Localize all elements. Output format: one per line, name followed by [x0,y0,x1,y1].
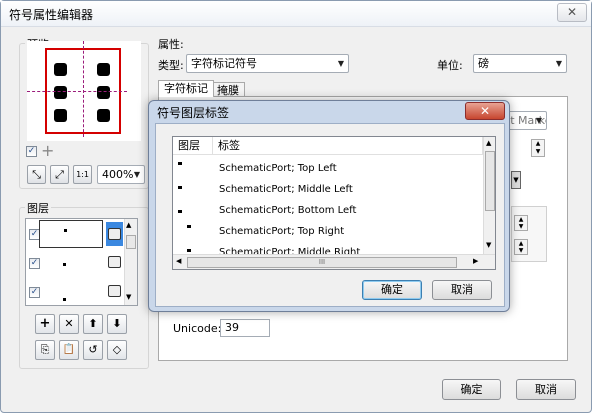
dialog-close-button[interactable]: ✕ [465,102,505,120]
unicode-input[interactable]: 39 [220,319,270,337]
offset-y-spinner[interactable]: ▲ ▼ [514,239,528,255]
window-close-button[interactable]: ✕ [557,3,587,22]
zoom-extent-button[interactable]: ⤢ [50,165,69,184]
row-label: SchematicPort; Top Left [219,163,337,174]
type-select[interactable]: 字符标记符号 ▼ [186,54,349,73]
layer-list[interactable]: ✓ ✓ ✓ ▲ ▼ [25,218,138,306]
table-vertical-scrollbar[interactable]: ▲ ▼ [483,137,495,254]
row-marker [187,225,191,228]
layer-marker [64,229,67,232]
add-layer-button[interactable]: + [35,314,55,334]
type-label: 类型: [158,59,184,72]
chevron-down-icon: ▼ [337,59,344,68]
dialog-body: 图层 标签 SchematicPort; Top Left SchematicP… [155,123,505,307]
tab-character-marker[interactable]: 字符标记 [158,80,214,97]
offset-x-spinner[interactable]: ▲ ▼ [514,215,528,231]
layer-marker [63,298,66,301]
copy-layer-button[interactable]: ⎘ [35,340,55,360]
chevron-down-icon: ▼ [133,170,140,179]
color-dropdown[interactable]: ▼ [511,171,521,189]
port-marker [54,63,67,76]
list-item[interactable]: ✓ [26,278,124,306]
port-marker [97,63,110,76]
layer-list-scrollbar[interactable]: ▲ ▼ [124,219,137,305]
move-layer-down-button[interactable]: ⬇ [107,314,127,334]
scroll-thumb[interactable] [126,235,136,249]
scroll-left-icon[interactable]: ◀ [176,257,181,265]
unit-value: 磅 [478,57,489,70]
port-marker [97,109,110,122]
horizontal-scroll-thumb[interactable]: III [187,257,457,268]
list-item[interactable]: ✓ [26,220,124,248]
properties-label: 属性: [158,38,184,51]
unit-label: 单位: [437,59,463,72]
layer-lock-cell [106,222,123,246]
move-layer-up-button[interactable]: ⬆ [83,314,103,334]
lock-icon[interactable] [108,256,121,268]
cancel-button[interactable]: 取消 [516,379,576,400]
offset-group: ▲ ▼ ▲ ▼ [511,206,547,262]
dialog-title: 符号图层标签 [157,106,230,120]
size-spinner[interactable]: ▲ ▼ [531,139,545,157]
table-row[interactable]: SchematicPort; Middle Left [173,179,483,200]
row-marker [187,249,191,252]
table-row[interactable]: SchematicPort; Top Right [173,221,483,242]
zoom-fit-button[interactable]: ⤡ [27,165,46,184]
port-marker [54,109,67,122]
column-header-layer[interactable]: 图层 [173,137,213,155]
list-item[interactable]: ✓ [26,249,124,277]
table-row[interactable]: SchematicPort; Top Left [173,158,483,179]
preview-guide-vertical [83,41,84,137]
title-bar[interactable]: 符号属性编辑器 ✕ [1,1,591,27]
preview-guide-horizontal [27,91,127,92]
scroll-up-icon[interactable]: ▲ [486,139,491,147]
ok-button[interactable]: 确定 [442,379,501,400]
chevron-down-icon: ▼ [555,59,562,68]
row-label: SchematicPort; Top Right [219,226,345,237]
port-marker [54,86,67,99]
scroll-thumb[interactable] [485,151,495,211]
window-title: 符号属性编辑器 [9,8,94,22]
unit-select[interactable]: 磅 ▼ [473,54,567,73]
symbol-layer-labels-dialog: 符号图层标签 ✕ 图层 标签 SchematicPort; Top Left S… [148,100,510,312]
add-icon[interactable]: + [41,141,54,160]
layer-thumbnail [39,220,103,248]
column-header-label[interactable]: 标签 [213,137,483,155]
scroll-up-icon[interactable]: ▲ [126,221,131,229]
zoom-actual-size-button[interactable]: 1:1 [73,165,92,184]
dialog-ok-button[interactable]: 确定 [362,280,422,300]
layers-label: 图层 [25,200,51,216]
layer-marker [63,263,66,266]
layer-label-table[interactable]: 图层 标签 SchematicPort; Top Left SchematicP… [172,136,496,270]
row-label: SchematicPort; Middle Left [219,184,353,195]
scroll-down-icon[interactable]: ▼ [126,293,131,301]
zoom-value: 400% [102,168,134,181]
tab-mask[interactable]: 掩膜 [211,82,245,97]
paste-layer-button[interactable]: 📋 [59,340,79,360]
type-value: 字符标记符号 [191,57,257,70]
scroll-right-icon[interactable]: ▶ [473,257,478,265]
preview-checkbox[interactable]: ✓ [26,146,37,157]
lock-icon[interactable] [108,285,121,297]
layer-visible-checkbox[interactable]: ✓ [29,287,40,298]
port-marker [97,86,110,99]
reset-layer-button[interactable]: ↺ [83,340,103,360]
table-row[interactable]: SchematicPort; Bottom Left [173,200,483,221]
unicode-label: Unicode: [173,322,222,335]
lock-icon[interactable] [108,228,121,240]
layer-visible-checkbox[interactable]: ✓ [29,258,40,269]
zoom-select[interactable]: 400% ▼ [97,165,145,184]
chevron-down-icon: ▼ [535,116,542,125]
dialog-cancel-button[interactable]: 取消 [432,280,492,300]
remove-layer-button[interactable]: ✕ [59,314,79,334]
row-marker [178,210,182,213]
tag-layer-button[interactable]: ◇ [107,340,127,360]
table-horizontal-scrollbar[interactable]: ◀ III ▶ [173,254,495,269]
scroll-down-icon[interactable]: ▼ [486,241,491,249]
row-label: SchematicPort; Bottom Left [219,205,357,216]
row-marker [178,162,182,165]
row-marker [178,186,182,189]
